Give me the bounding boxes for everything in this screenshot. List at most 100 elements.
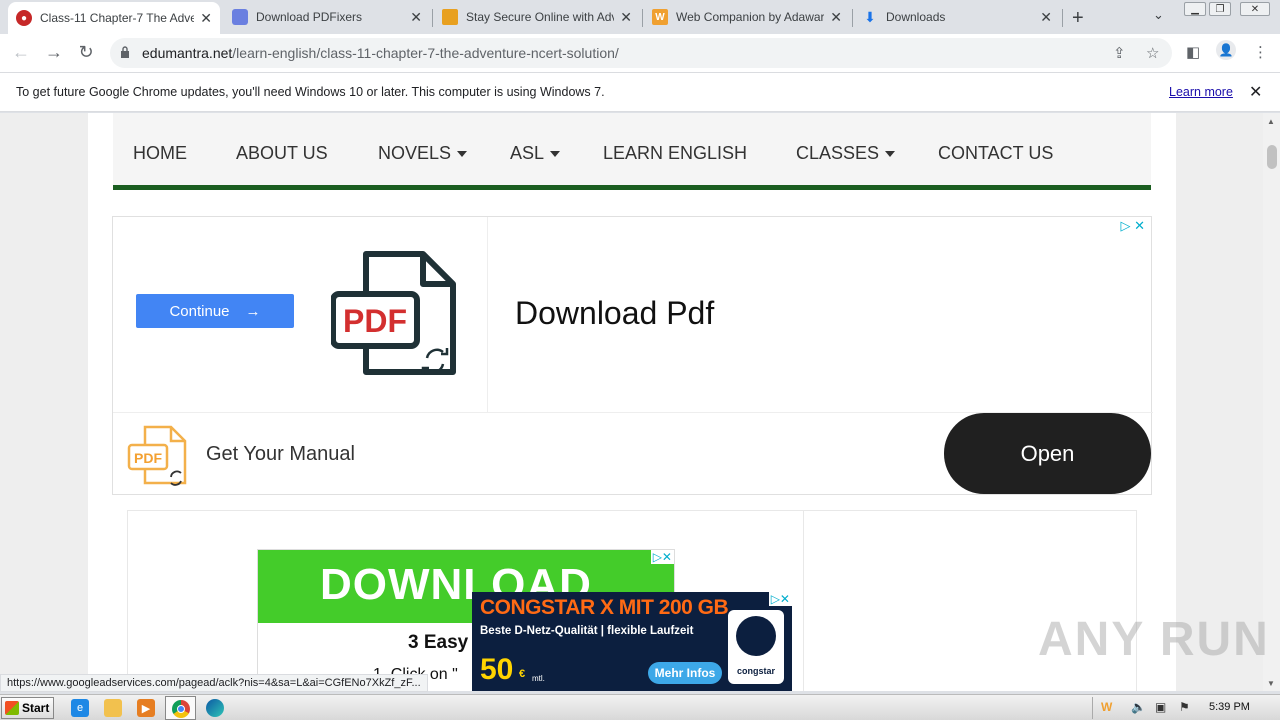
new-tab-icon[interactable]: + — [1072, 7, 1084, 30]
download-icon: ⬇ — [864, 8, 876, 25]
tab-title: Downloads — [886, 10, 946, 24]
pdf-badge: PDF — [343, 303, 407, 339]
nav-asl[interactable]: ASL — [510, 143, 561, 164]
ad-divider — [487, 217, 488, 412]
bookmark-star-icon[interactable]: ☆ — [1146, 44, 1159, 62]
tab-title: Class-11 Chapter-7 The Adven — [40, 11, 195, 25]
forward-icon[interactable]: → — [43, 42, 65, 63]
continue-button[interactable]: Continue → — [136, 294, 294, 328]
lock-icon[interactable] — [120, 46, 130, 58]
close-tab-icon[interactable]: ✕ — [620, 9, 632, 26]
status-url: https://www.googleadservices.com/pagead/… — [0, 674, 428, 692]
volume-icon[interactable]: 🔈 — [1131, 700, 1146, 714]
congstar-ad[interactable]: CONGSTAR X MIT 200 GB Beste D-Netz-Quali… — [472, 592, 792, 691]
back-icon[interactable]: ← — [10, 42, 32, 63]
minimize-icon[interactable]: ▁ — [1184, 2, 1206, 16]
pdf-ad-banner[interactable]: ▷ ✕ Continue → PDF Download Pdf PDF Get … — [112, 216, 1153, 495]
site-navigation: HOME ABOUT US NOVELS ASL LEARN ENGLISH C… — [113, 113, 1151, 190]
adchoices-icon[interactable]: ▷✕ — [768, 592, 792, 606]
pdf-file-icon: PDF — [331, 251, 456, 375]
close-tab-icon[interactable]: ✕ — [200, 10, 212, 27]
menu-dots-icon[interactable]: ⋮ — [1253, 43, 1268, 61]
address-bar[interactable]: edumantra.net/learn-english/class-11-cha… — [110, 38, 1172, 68]
webcompanion-tray-icon[interactable]: W — [1101, 700, 1112, 714]
network-icon[interactable]: ▣ — [1155, 700, 1166, 714]
media-player-icon[interactable]: ▶ — [137, 699, 155, 717]
open-button[interactable]: Open — [944, 413, 1151, 494]
congstar-currency: € — [519, 668, 526, 680]
adchoices-icon[interactable]: ▷✕ — [650, 550, 674, 564]
pdfixers-icon — [232, 9, 248, 25]
adchoices-icon[interactable]: ▷ ✕ — [1120, 218, 1145, 234]
taskbar-clock[interactable]: 5:39 PM — [1209, 701, 1250, 713]
tab-title: Download PDFixers — [256, 10, 363, 24]
vertical-scrollbar[interactable]: ▲ ▼ — [1263, 113, 1280, 691]
congstar-star-icon — [736, 616, 776, 656]
download-ad-steps: 3 Easy — [408, 632, 469, 653]
congstar-subline: Beste D-Netz-Qualität | flexible Laufzei… — [480, 625, 694, 637]
chrome-icon — [172, 700, 190, 718]
flag-icon[interactable]: ⚑ — [1179, 700, 1190, 714]
arrow-right-icon: → — [245, 302, 261, 320]
file-explorer-icon[interactable] — [104, 699, 122, 717]
tab-strip: ● Class-11 Chapter-7 The Adven ✕ Downloa… — [0, 0, 1280, 34]
tab-separator — [1062, 9, 1063, 27]
system-tray: W 🔈 ▣ ⚑ — [1092, 697, 1280, 719]
tab-separator — [432, 9, 433, 27]
close-tab-icon[interactable]: ✕ — [1040, 9, 1052, 26]
close-icon[interactable]: ✕ — [1249, 82, 1262, 102]
edumantra-icon: ● — [16, 10, 32, 26]
tab-downloads[interactable]: ⬇ Downloads ✕ — [854, 0, 1060, 34]
manual-text: Get Your Manual — [206, 443, 355, 465]
edge-icon[interactable] — [206, 699, 224, 717]
windows-taskbar: Start e ▶ W 🔈 ▣ ⚑ 5:39 PM — [0, 694, 1280, 720]
adaware-icon — [442, 9, 458, 25]
webcompanion-icon: W — [652, 9, 668, 25]
url-host: edumantra.net — [142, 45, 233, 61]
learn-more-link[interactable]: Learn more — [1169, 85, 1233, 99]
tab-edumantra[interactable]: ● Class-11 Chapter-7 The Adven ✕ — [8, 2, 220, 34]
nav-about-us[interactable]: ABOUT US — [236, 143, 328, 164]
nav-home[interactable]: HOME — [133, 143, 187, 164]
tab-separator — [642, 9, 643, 27]
reload-icon[interactable]: ↻ — [75, 42, 97, 63]
url-path: /learn-english/class-11-chapter-7-the-ad… — [232, 45, 619, 61]
start-button[interactable]: Start — [1, 697, 54, 719]
url-text[interactable]: edumantra.net/learn-english/class-11-cha… — [142, 45, 619, 61]
anyrun-watermark: ANY RUN — [1038, 613, 1270, 666]
scroll-thumb[interactable] — [1267, 145, 1277, 169]
caret-down-icon — [885, 151, 896, 158]
scroll-up-icon[interactable]: ▲ — [1267, 117, 1275, 126]
share-icon[interactable]: ⇪ — [1113, 44, 1126, 62]
nav-contact-us[interactable]: CONTACT US — [938, 143, 1053, 164]
congstar-logo: congstar — [728, 610, 784, 684]
nav-novels[interactable]: NOVELS — [378, 143, 468, 164]
side-panel-icon[interactable]: ◧ — [1186, 43, 1200, 61]
tab-title: Stay Secure Online with Advar — [466, 10, 615, 24]
pdf-manual-icon: PDF — [127, 425, 187, 486]
browser-toolbar: ← → ↻ edumantra.net/learn-english/class-… — [0, 34, 1280, 72]
close-window-icon[interactable]: ✕ — [1240, 2, 1270, 16]
tab-search-chevron-icon[interactable]: ⌄ — [1153, 7, 1164, 23]
scroll-down-icon[interactable]: ▼ — [1267, 679, 1275, 688]
congstar-period: mtl. — [532, 674, 545, 683]
chrome-taskbar-button[interactable] — [165, 696, 196, 720]
column-divider — [803, 511, 804, 691]
update-infobar: To get future Google Chrome updates, you… — [0, 72, 1280, 112]
tab-separator — [852, 9, 853, 27]
windows-logo-icon — [5, 701, 19, 715]
mehr-infos-button[interactable]: Mehr Infos — [648, 662, 722, 684]
profile-avatar-icon[interactable]: 👤 — [1216, 40, 1236, 60]
tab-webcompanion[interactable]: W Web Companion by Adaware - ✕ — [644, 0, 850, 34]
internet-explorer-icon[interactable]: e — [71, 699, 89, 717]
nav-classes[interactable]: CLASSES — [796, 143, 896, 164]
caret-down-icon — [457, 151, 468, 158]
nav-learn-english[interactable]: LEARN ENGLISH — [603, 143, 747, 164]
tab-adaware[interactable]: Stay Secure Online with Advar ✕ — [434, 0, 640, 34]
restore-icon[interactable]: ❐ — [1209, 2, 1231, 16]
close-tab-icon[interactable]: ✕ — [410, 9, 422, 26]
congstar-brand: congstar — [736, 666, 775, 676]
tab-pdfixers[interactable]: Download PDFixers ✕ — [224, 0, 430, 34]
close-tab-icon[interactable]: ✕ — [830, 9, 842, 26]
ad-title: Download Pdf — [515, 295, 715, 331]
